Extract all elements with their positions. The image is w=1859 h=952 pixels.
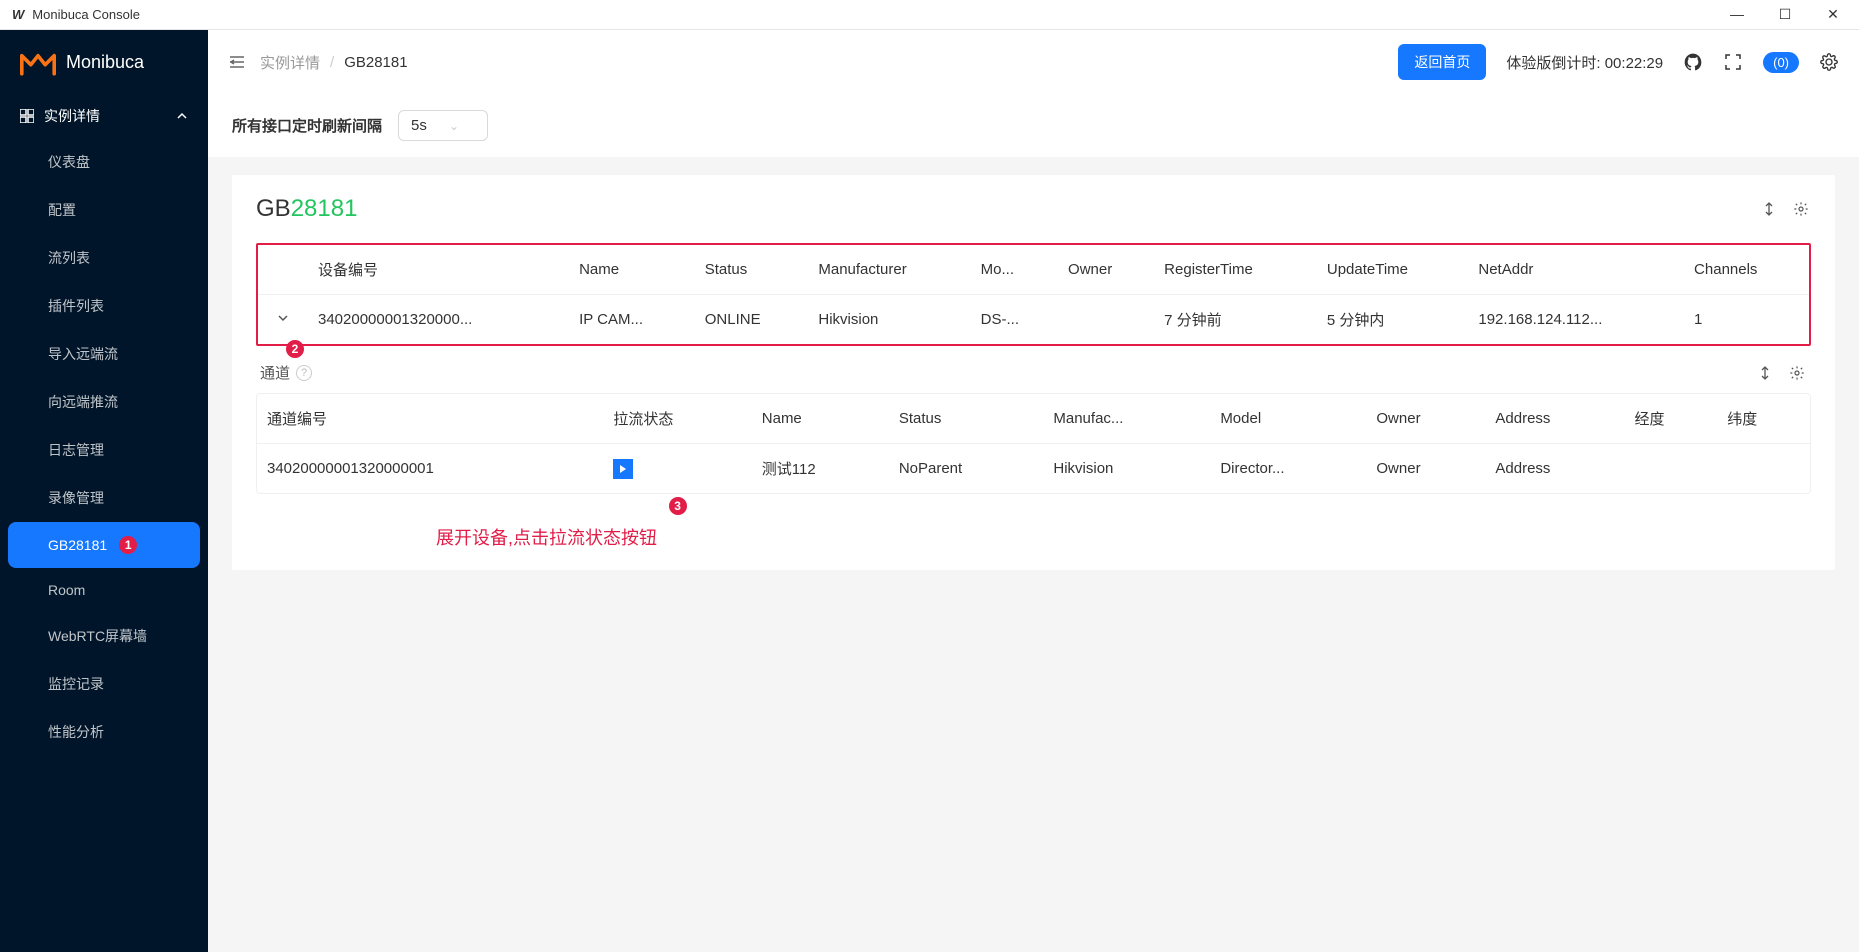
callout-2: 2 [286,340,304,358]
refresh-label: 所有接口定时刷新间隔 [232,115,382,136]
channel-title: 通道 ? [260,362,312,383]
breadcrumb: 实例详情 / GB28181 [260,52,408,73]
menu: 实例详情 仪表盘 配置 流列表 插件列表 导入远端流 向远端推流 日志管理 录像… [0,94,208,952]
sidebar: Monibuca 实例详情 仪表盘 配置 流列表 插件列表 导入远端流 向远端推… [0,30,208,952]
channel-header-row: 通道编号 拉流状态 Name Status Manufac... Model O… [257,394,1810,444]
breadcrumb-parent[interactable]: 实例详情 [260,52,320,73]
sidebar-item-import-remote[interactable]: 导入远端流 [0,330,208,378]
sidebar-item-config[interactable]: 配置 [0,186,208,234]
help-icon[interactable]: ? [296,365,312,381]
logo-icon [20,48,56,76]
window-titlebar: W Monibuca Console — ☐ ✕ [0,0,1859,30]
device-header-row: 设备编号 Name Status Manufacturer Mo... Owne… [258,245,1809,295]
channel-row: 34020000001320000001 3 测试112 NoParent Hi… [257,444,1810,494]
menu-section-label: 实例详情 [44,106,100,126]
sidebar-item-push-remote[interactable]: 向远端推流 [0,378,208,426]
notification-badge[interactable]: (0) [1763,52,1799,73]
play-button[interactable] [613,459,633,479]
channel-table: 通道编号 拉流状态 Name Status Manufac... Model O… [256,393,1811,494]
logo-text: Monibuca [66,52,144,73]
main: 实例详情 / GB28181 返回首页 体验版倒计时: 00:22:29 (0)… [208,30,1859,952]
hint-text: 展开设备,点击拉流状态按钮 [436,524,1811,550]
breadcrumb-sep: / [330,54,334,71]
sidebar-item-logs[interactable]: 日志管理 [0,426,208,474]
github-icon[interactable] [1683,52,1703,72]
fullscreen-icon[interactable] [1723,52,1743,72]
logo: Monibuca [0,30,208,94]
channel-section: 通道 ? 通道编号 拉流状态 [256,362,1811,550]
channel-column-height-icon[interactable] [1755,363,1775,383]
callout-3: 3 [669,497,687,515]
minimize-button[interactable]: — [1723,6,1751,23]
close-button[interactable]: ✕ [1819,6,1847,23]
sidebar-item-recording[interactable]: 录像管理 [0,474,208,522]
card: GB28181 设备编号 Name [232,175,1835,570]
content: GB28181 设备编号 Name [208,157,1859,952]
sidebar-item-perf[interactable]: 性能分析 [0,708,208,756]
column-height-icon[interactable] [1759,199,1779,219]
menu-section-header[interactable]: 实例详情 [0,94,208,138]
collapse-icon[interactable] [228,53,246,71]
sidebar-item-plugins[interactable]: 插件列表 [0,282,208,330]
sidebar-item-gb28181[interactable]: GB28181 1 [8,522,200,568]
sidebar-item-webrtc[interactable]: WebRTC屏幕墙 [0,612,208,660]
sidebar-item-dashboard[interactable]: 仪表盘 [0,138,208,186]
callout-1: 1 [119,536,137,554]
toolbar: 所有接口定时刷新间隔 5s ⌄ [208,94,1859,157]
device-row[interactable]: 2 34020000001320000... IP CAM... ONLINE … [258,295,1809,345]
sidebar-item-streams[interactable]: 流列表 [0,234,208,282]
app-icon: W [12,7,24,22]
table-settings-icon[interactable] [1791,199,1811,219]
chevron-down-icon: ⌄ [449,119,459,133]
device-table: 设备编号 Name Status Manufacturer Mo... Owne… [256,243,1811,346]
page-title: GB28181 [256,195,357,223]
home-button[interactable]: 返回首页 [1398,44,1486,80]
grid-icon [20,109,34,123]
chevron-up-icon [176,110,188,122]
refresh-select[interactable]: 5s ⌄ [398,110,488,141]
settings-icon[interactable] [1819,52,1839,72]
sidebar-item-monitor[interactable]: 监控记录 [0,660,208,708]
channel-settings-icon[interactable] [1787,363,1807,383]
sidebar-item-room[interactable]: Room [0,568,208,612]
countdown: 体验版倒计时: 00:22:29 [1506,52,1663,73]
header: 实例详情 / GB28181 返回首页 体验版倒计时: 00:22:29 (0) [208,30,1859,94]
breadcrumb-current: GB28181 [344,54,407,71]
window-title: Monibuca Console [32,7,140,22]
maximize-button[interactable]: ☐ [1771,6,1799,23]
expand-icon[interactable] [277,311,289,328]
